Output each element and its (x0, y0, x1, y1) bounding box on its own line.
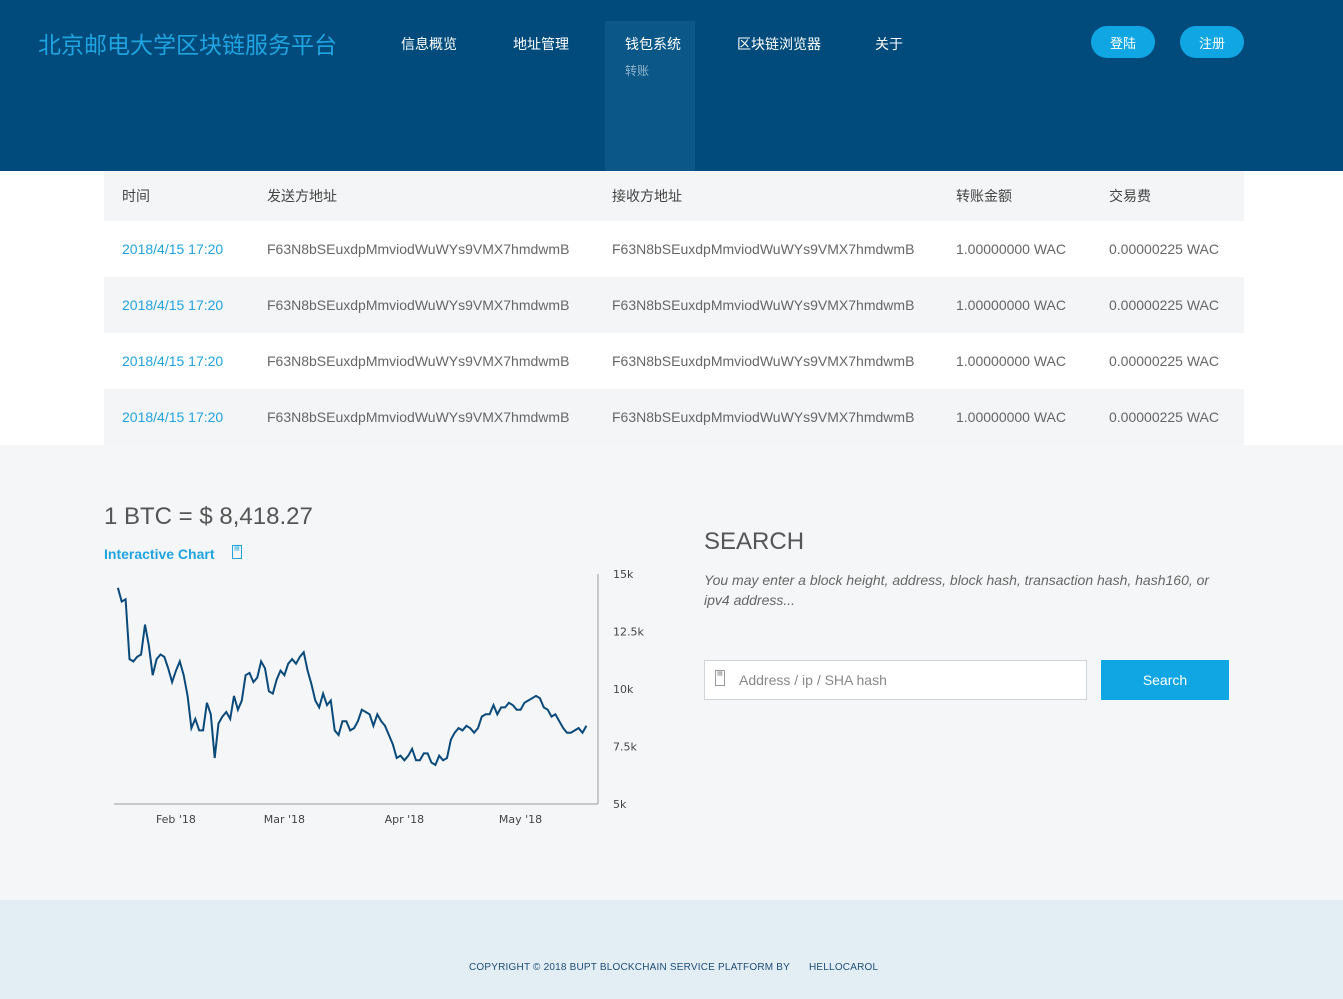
row-receiver: F63N8bSEuxdpMmviodWuWYs9VMX7hmdwmB (612, 353, 915, 369)
row-fee: 0.00000225 WAC (1109, 241, 1219, 257)
search-title: SEARCH (704, 528, 805, 555)
site-brand[interactable]: 北京邮电大学区块链服务平台 (38, 26, 337, 60)
table-row: 2018/4/15 17:20 F63N8bSEuxdpMmviodWuWYs9… (104, 389, 1244, 445)
search-field: ▤ (704, 660, 1087, 700)
row-sender: F63N8bSEuxdpMmviodWuWYs9VMX7hmdwmB (267, 409, 570, 425)
broken-image-icon: ▤ (232, 545, 242, 559)
row-amount: 1.00000000 WAC (956, 241, 1066, 257)
nav-item-overview[interactable]: 信息概览 (401, 34, 457, 54)
row-sender: F63N8bSEuxdpMmviodWuWYs9VMX7hmdwmB (267, 353, 570, 369)
row-time-link[interactable]: 2018/4/15 17:20 (122, 333, 223, 389)
row-amount: 1.00000000 WAC (956, 409, 1066, 425)
chart-series-line (116, 587, 588, 767)
footer-author-link[interactable]: HELLOCAROL (809, 962, 878, 973)
search-description: You may enter a block height, address, b… (704, 572, 1210, 608)
row-sender: F63N8bSEuxdpMmviodWuWYs9VMX7hmdwmB (267, 241, 570, 257)
nav-item-wallet[interactable]: 钱包系统 (625, 34, 681, 54)
row-time-link[interactable]: 2018/4/15 17:20 (122, 221, 223, 277)
table-header-row: 时间 发送方地址 接收方地址 转账金额 交易费 (104, 171, 1244, 221)
nav-item-about[interactable]: 关于 (875, 34, 903, 54)
header-amount: 转账金额 (956, 189, 1012, 205)
chart-x-tick-label: Apr '18 (385, 813, 425, 826)
transactions-section: 时间 发送方地址 接收方地址 转账金额 交易费 2018/4/15 17:20 … (0, 171, 1343, 445)
row-amount: 1.00000000 WAC (956, 353, 1066, 369)
table-row: 2018/4/15 17:20 F63N8bSEuxdpMmviodWuWYs9… (104, 333, 1244, 389)
login-button[interactable]: 登陆 (1091, 26, 1155, 58)
search-button[interactable]: Search (1101, 660, 1229, 700)
row-time-link[interactable]: 2018/4/15 17:20 (122, 389, 223, 445)
broken-image-icon: ▤ (715, 670, 725, 686)
chart-y-tick-label: 15k (613, 568, 634, 581)
row-amount: 1.00000000 WAC (956, 297, 1066, 313)
nav-item-address-management[interactable]: 地址管理 (513, 34, 569, 54)
table-row: 2018/4/15 17:20 F63N8bSEuxdpMmviodWuWYs9… (104, 277, 1244, 333)
search-input[interactable] (739, 661, 1079, 699)
chart-y-tick-label: 12.5k (613, 626, 644, 639)
header-time: 时间 (122, 189, 150, 205)
header-fee: 交易费 (1109, 189, 1151, 205)
transactions-table: 时间 发送方地址 接收方地址 转账金额 交易费 2018/4/15 17:20 … (104, 171, 1244, 445)
row-receiver: F63N8bSEuxdpMmviodWuWYs9VMX7hmdwmB (612, 241, 915, 257)
chart-y-tick-label: 7.5k (613, 741, 637, 754)
register-button[interactable]: 注册 (1180, 26, 1244, 58)
chart-y-tick-label: 5k (613, 798, 627, 811)
btc-price-chart[interactable]: 15k 12.5k 10k 7.5k 5k Feb '18 Mar '18 Apr '18 M… (104, 565, 664, 835)
row-fee: 0.00000225 WAC (1109, 353, 1219, 369)
btc-price: 1 BTC = $ 8,418.27 (104, 503, 313, 530)
row-receiver: F63N8bSEuxdpMmviodWuWYs9VMX7hmdwmB (612, 409, 915, 425)
row-sender: F63N8bSEuxdpMmviodWuWYs9VMX7hmdwmB (267, 297, 570, 313)
row-fee: 0.00000225 WAC (1109, 297, 1219, 313)
chart-x-tick-label: May '18 (499, 813, 542, 826)
row-receiver: F63N8bSEuxdpMmviodWuWYs9VMX7hmdwmB (612, 297, 915, 313)
table-row: 2018/4/15 17:20 F63N8bSEuxdpMmviodWuWYs9… (104, 221, 1244, 277)
chart-y-tick-label: 10k (613, 683, 634, 696)
chart-x-tick-label: Feb '18 (156, 813, 196, 826)
nav-subitem-transfer[interactable]: 转账 (625, 62, 649, 79)
row-fee: 0.00000225 WAC (1109, 409, 1219, 425)
row-time-link[interactable]: 2018/4/15 17:20 (122, 277, 223, 333)
footer-copyright: COPYRIGHT © 2018 BUPT BLOCKCHAIN SERVICE… (469, 962, 791, 973)
top-header: 北京邮电大学区块链服务平台 信息概览 地址管理 钱包系统 转账 区块链浏览器 关… (0, 0, 1343, 171)
chart-x-tick-label: Mar '18 (264, 813, 305, 826)
nav-item-blockchain-explorer[interactable]: 区块链浏览器 (737, 34, 821, 54)
header-sender: 发送方地址 (267, 189, 337, 205)
header-receiver: 接收方地址 (612, 189, 682, 205)
footer: COPYRIGHT © 2018 BUPT BLOCKCHAIN SERVICE… (0, 900, 1343, 999)
interactive-chart-link[interactable]: Interactive Chart (104, 546, 214, 562)
